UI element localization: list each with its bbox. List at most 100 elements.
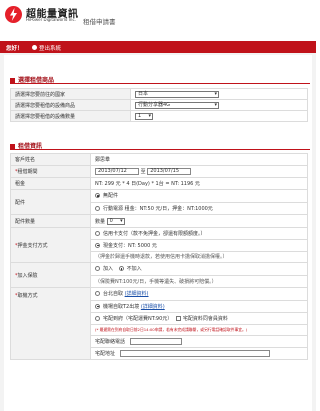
deposit-option-credit-label: 信用卡支付（款不免押金，卻還有限額額度。） <box>103 230 206 237</box>
delivery-address-input[interactable] <box>119 349 270 357</box>
list-item: 無配件 <box>91 190 307 203</box>
section-marker-icon <box>10 143 15 149</box>
rent-label: 租金 <box>10 177 91 190</box>
pickup-option-delivery-label: 宅配到府（宅配運費NT:90元） <box>103 315 173 322</box>
list-item: 宅配地址 <box>91 347 307 359</box>
pickup-label-text: 取機方式 <box>17 293 38 299</box>
rental-period-label-text: 租借期間 <box>17 169 38 175</box>
quantity-label: 請選擇您要租借的設備數量 <box>10 110 131 122</box>
accessory-qty-label: 配件數量 <box>10 214 91 228</box>
table-row: 請選擇您要租借的設備數量 1 ▾ <box>10 110 308 122</box>
delivery-phone-label: 宅配聯絡電話 <box>95 338 126 345</box>
deposit-options: 信用卡支付（款不免押金，卻還有限額額度。） 現金支付：NT: 5000 元 （押… <box>91 228 307 262</box>
same-as-member-label: 宅配資料同會員資料 <box>182 315 228 322</box>
rental-period-cell: 2013/07/12 至 2013/07/15 <box>90 165 308 178</box>
table-row: 請選擇您要租借的設備商品 行動分享器4G ▾ <box>10 99 308 111</box>
end-date-input[interactable]: 2013/07/15 <box>147 168 192 175</box>
insurance-cell: 加入 不加入 （保險費NT:100元/日，手機等遺失、破損將可賠償。） <box>90 262 308 288</box>
pickup-taipei-details-link[interactable]: (詳細資料) <box>125 291 149 297</box>
form-container: 選擇租借商品 請選擇您要前往的國家 日本 ▾ 請選擇您要租借的設備商品 行動分享… <box>4 55 312 411</box>
start-date-input[interactable]: 2013/07/12 <box>95 168 139 175</box>
list-item: (* 最遲需在到府自取日前2日14:00申請，若有未完成請聯繫，或另行電話確認取… <box>91 324 307 336</box>
radio-selected-icon[interactable] <box>118 266 124 272</box>
radio-selected-icon[interactable] <box>95 193 100 199</box>
table-row: *押金支付方式 信用卡支付（款不免押金，卻還有限額額度。） 現金支付：NT: 5… <box>10 227 308 263</box>
brand-logo-icon[interactable] <box>5 6 22 23</box>
list-item: 宅配聯絡電話 <box>91 335 307 348</box>
accessory-option-powerbank-label: 行動電源 租金：NT:50 元/日，押金：NT:1000元 <box>103 205 213 212</box>
insurance-yes-label[interactable]: 加入 <box>103 266 113 272</box>
accessory-qty-value: 0 <box>109 217 113 224</box>
device-label: 請選擇您要租借的設備商品 <box>10 99 131 111</box>
pickup-option-taipei-label: 台北自取 <box>103 291 124 298</box>
accessory-qty-prefix: 數量 <box>95 218 106 225</box>
accessory-qty-cell: 數量 0 ▾ <box>90 214 308 228</box>
delivery-address-row: 宅配地址 <box>91 347 307 359</box>
list-item: 信用卡支付（款不免押金，卻還有限額額度。） <box>91 228 307 240</box>
customer-name-value: 鄭思羣 <box>90 153 308 166</box>
list-item: 行動電源 租金：NT:50 元/日，押金：NT:1000元 <box>91 202 307 214</box>
pickup-option-airport[interactable]: 機場自取T2出境 (詳細資料) <box>91 300 307 313</box>
accessory-option-none[interactable]: 無配件 <box>91 190 307 203</box>
pickup-warning: (* 最遲需在到府自取日前2日14:00申請，若有未完成請聯繫，或另行電話確認取… <box>91 324 307 336</box>
accessory-options: 無配件 行動電源 租金：NT:50 元/日，押金：NT:1000元 <box>91 190 307 214</box>
device-select[interactable]: 行動分享器4G ▾ <box>135 101 219 109</box>
quantity-select-value: 1 <box>138 112 142 119</box>
country-label: 請選擇您要前往的國家 <box>10 88 131 100</box>
insurance-no-label[interactable]: 不加入 <box>127 266 142 272</box>
deposit-cell: 信用卡支付（款不免押金，卻還有限額額度。） 現金支付：NT: 5000 元 （押… <box>90 227 308 263</box>
deposit-option-cash[interactable]: 現金支付：NT: 5000 元 <box>91 239 307 252</box>
radio-icon[interactable] <box>95 315 100 321</box>
delivery-address-label: 宅配地址 <box>95 350 116 357</box>
country-select-value: 日本 <box>138 90 149 97</box>
delivery-phone-input[interactable] <box>129 337 182 345</box>
country-select[interactable]: 日本 ▾ <box>135 90 219 98</box>
site-header: 超能量資訊 HiPower Digitalworld Inc. 租借申請書 <box>0 0 316 32</box>
accessory-qty-select[interactable]: 0 ▾ <box>106 217 125 225</box>
quantity-select[interactable]: 1 ▾ <box>135 112 153 120</box>
radio-icon[interactable] <box>95 205 100 211</box>
deposit-label: *押金支付方式 <box>10 227 91 263</box>
rent-value: NT: 299 元 * 4 日(Day) * 1台 = NT: 1196 元 <box>90 177 308 190</box>
device-cell: 行動分享器4G ▾ <box>130 99 308 111</box>
pickup-airport-details-link[interactable]: (詳細資料) <box>141 304 165 310</box>
pickup-option-taipei[interactable]: 台北自取 (詳細資料) <box>91 288 307 301</box>
list-item: 台北自取 (詳細資料) <box>91 288 307 301</box>
radio-icon[interactable] <box>95 230 100 236</box>
section-divider <box>10 83 310 84</box>
pickup-option-delivery[interactable]: 宅配到府（宅配運費NT:90元） 宅配資料同會員資料 <box>91 312 307 325</box>
insurance-note: （保險費NT:100元/日，手機等遺失、破損將可賠償。） <box>95 278 217 285</box>
chevron-down-icon: ▾ <box>214 101 217 108</box>
product-selection-table: 請選擇您要前往的國家 日本 ▾ 請選擇您要租借的設備商品 行動分享器4G ▾ 請… <box>10 88 308 122</box>
top-nav-bar: 您好！ 登出系統 <box>0 41 316 53</box>
radio-selected-icon[interactable] <box>95 242 100 248</box>
deposit-option-credit[interactable]: 信用卡支付（款不免押金，卻還有限額額度。） <box>91 228 307 240</box>
deposit-label-text: 押金支付方式 <box>17 242 48 249</box>
accessory-option-powerbank[interactable]: 行動電源 租金：NT:50 元/日，押金：NT:1000元 <box>91 202 307 214</box>
country-cell: 日本 ▾ <box>130 88 308 100</box>
section-marker-icon <box>10 77 15 83</box>
radio-icon[interactable] <box>95 291 100 297</box>
logout-link[interactable]: 登出系統 <box>39 44 61 52</box>
insurance-label-text: 加入保險 <box>17 272 38 279</box>
table-row: *取機方式 台北自取 (詳細資料) 機場自取T2出境 (詳細資料) 宅配到府（宅… <box>10 287 308 360</box>
insurance-label: *加入保險 <box>10 262 91 288</box>
list-item: （保險費NT:100元/日，手機等遺失、破損將可賠償。） <box>91 275 307 287</box>
list-item: 加入 不加入 <box>91 263 307 276</box>
same-as-member-checkbox[interactable] <box>175 315 181 321</box>
table-row: 配件數量 數量 0 ▾ <box>10 214 308 228</box>
radio-selected-icon[interactable] <box>95 303 100 309</box>
logout-icon[interactable] <box>32 44 37 50</box>
table-row: 配件 無配件 行動電源 租金：NT:50 元/日，押金：NT:1000元 <box>10 189 308 215</box>
table-row: 客戶姓名 鄭思羣 <box>10 153 308 166</box>
customer-name-label: 客戶姓名 <box>10 153 91 166</box>
deposit-option-cash-label: 現金支付：NT: 5000 元 <box>103 242 157 249</box>
list-item: 機場自取T2出境 (詳細資料) <box>91 300 307 313</box>
list-item: 宅配到府（宅配運費NT:90元） 宅配資料同會員資料 <box>91 312 307 325</box>
radio-icon[interactable] <box>95 266 100 272</box>
pickup-label: *取機方式 <box>10 287 91 360</box>
chevron-down-icon: ▾ <box>214 90 217 97</box>
table-row: *加入保險 加入 不加入 （保險費NT:100元/日，手機等遺失、破損將可賠償。… <box>10 262 308 288</box>
device-select-value: 行動分享器4G <box>138 101 171 108</box>
delivery-phone-row: 宅配聯絡電話 <box>91 335 307 348</box>
